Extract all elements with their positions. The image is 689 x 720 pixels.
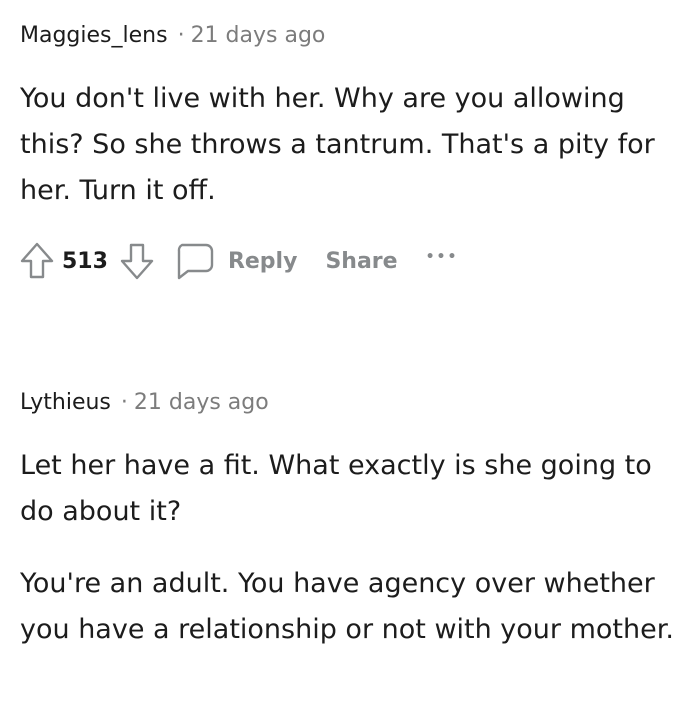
comment-paragraph: You're an adult. You have agency over wh… (20, 568, 674, 645)
comment-paragraph: Let her have a fit. What exactly is she … (20, 450, 652, 527)
reply-button[interactable]: Reply (228, 249, 298, 274)
speech-bubble-icon[interactable] (174, 242, 214, 280)
comment-paragraph: You don't live with her. Why are you all… (20, 83, 655, 206)
comment-meta: Maggies_lens · 21 days ago (20, 18, 680, 54)
comment-author[interactable]: Lythieus (20, 390, 111, 415)
vote-score: 513 (62, 248, 108, 274)
comment: Lythieus · 21 days ago Let her have a fit.… (20, 385, 680, 653)
comment-timestamp[interactable]: 21 days ago (191, 23, 326, 48)
more-options-icon[interactable]: ••• (426, 249, 459, 265)
meta-separator: · (120, 390, 128, 415)
comment-body: Let her have a fit. What exactly is she … (20, 443, 680, 653)
comment-meta: Lythieus · 21 days ago (20, 385, 680, 421)
comment-body: You don't live with her. Why are you all… (20, 76, 680, 214)
share-button[interactable]: Share (325, 249, 397, 274)
comment-actions: 513 Reply Share ••• (20, 238, 458, 284)
comment-timestamp[interactable]: 21 days ago (134, 390, 269, 415)
comment: Maggies_lens · 21 days ago You don't live … (20, 18, 680, 280)
arrow-up-icon[interactable] (20, 242, 54, 280)
meta-separator: · (177, 23, 185, 48)
comment-author[interactable]: Maggies_lens (20, 23, 168, 48)
arrow-down-icon[interactable] (120, 242, 154, 280)
